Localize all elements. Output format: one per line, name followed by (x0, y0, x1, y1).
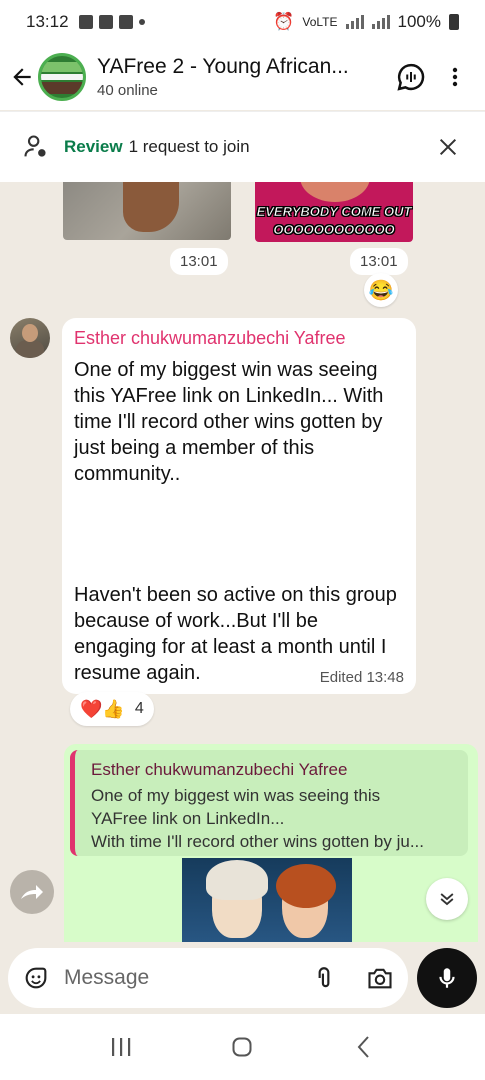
chevron-down-double-icon (440, 893, 454, 906)
chat-area[interactable]: EVERYBODY COME OUT OOOOOOOOOOOO 13:01 13… (0, 182, 485, 942)
media-thumbnail-right[interactable]: EVERYBODY COME OUT OOOOOOOOOOOO (255, 182, 413, 242)
voice-chat-icon (397, 63, 425, 91)
back-nav-button[interactable] (342, 1025, 386, 1069)
wifi-icon: VoLTE (302, 15, 338, 29)
chat-header: YAFree 2 - Young African... 40 online (0, 44, 485, 110)
quoted-line-2: YAFree link on LinkedIn... (91, 809, 285, 828)
arrow-left-icon (13, 68, 31, 86)
message-reactions[interactable]: ❤️👍 4 (70, 692, 154, 726)
outgoing-message[interactable]: Esther chukwumanzubechi Yafree One of my… (64, 744, 478, 942)
calendar-icon (118, 15, 133, 29)
notification-icon (78, 15, 93, 29)
media-caption-line2: OOOOOOOOOOOO (273, 222, 395, 238)
quoted-message[interactable]: Esther chukwumanzubechi Yafree One of my… (70, 750, 468, 856)
close-icon (439, 138, 457, 156)
recent-apps-button[interactable] (99, 1025, 143, 1069)
home-icon (232, 1037, 252, 1057)
scroll-down-button[interactable] (426, 878, 468, 920)
media-time-left: 13:01 (170, 248, 228, 275)
camera-button[interactable] (360, 958, 400, 998)
review-link[interactable]: Review (64, 137, 123, 157)
attach-button[interactable] (304, 958, 344, 998)
composer (0, 942, 485, 1014)
forward-button[interactable] (10, 870, 54, 914)
group-title: YAFree 2 - Young African... (97, 55, 349, 78)
battery-icon (449, 14, 459, 30)
message-meta: Edited 13:48 (319, 669, 404, 686)
more-notifications-icon (138, 19, 145, 25)
more-vertical-icon (452, 67, 458, 87)
home-button[interactable] (220, 1025, 264, 1069)
message-input[interactable] (64, 966, 284, 990)
message-paragraph-1: One of my biggest win was seeing this YA… (74, 359, 384, 485)
voice-chat-button[interactable] (389, 55, 433, 99)
join-request-banner[interactable]: Review 1 request to join (0, 111, 485, 182)
recents-icon (111, 1038, 131, 1056)
quoted-line-3: With time I'll record other wins gotten … (91, 832, 424, 851)
sticker-icon[interactable] (22, 964, 50, 992)
group-avatar[interactable] (38, 53, 86, 101)
media-time-right: 13:01 (350, 248, 408, 275)
status-time: 13:12 (26, 12, 69, 31)
reaction-emojis: ❤️👍 (80, 698, 125, 719)
review-text: 1 request to join (128, 137, 250, 156)
paperclip-icon (318, 967, 330, 988)
gallery-icon (98, 15, 113, 29)
media-thumbnail-left[interactable] (63, 182, 231, 240)
status-bar: 13:12 ⏰ VoLTE 100% (0, 0, 485, 44)
status-right: ⏰ VoLTE 100% (273, 12, 459, 32)
quoted-sender: Esther chukwumanzubechi Yafree (91, 760, 348, 779)
quoted-line-1: One of my biggest win was seeing this (91, 786, 381, 805)
message-input-container[interactable] (8, 948, 408, 1008)
forward-icon (21, 885, 43, 899)
online-count: 40 online (97, 82, 158, 99)
sender-avatar[interactable] (10, 318, 50, 358)
outgoing-image[interactable] (182, 858, 352, 942)
camera-icon (368, 968, 392, 989)
signal-2-icon (371, 15, 390, 29)
notification-icons (78, 15, 145, 29)
reaction-count: 4 (134, 700, 144, 717)
signal-icon (345, 15, 364, 29)
chat-titles[interactable]: YAFree 2 - Young African... 40 online (97, 55, 389, 99)
chevron-left-icon (357, 1036, 369, 1058)
microphone-icon (439, 968, 455, 988)
dismiss-banner-button[interactable] (433, 132, 463, 162)
menu-button[interactable] (433, 55, 477, 99)
alarm-icon: ⏰ (273, 12, 295, 31)
user-settings-icon (24, 135, 46, 157)
message-bubble[interactable]: Esther chukwumanzubechi Yafree One of my… (62, 318, 416, 694)
media-reaction[interactable]: 😂 (364, 273, 398, 307)
system-nav-bar (0, 1014, 485, 1080)
voice-record-button[interactable] (417, 948, 477, 1008)
battery-level: 100% (397, 12, 441, 31)
media-caption-line1: EVERYBODY COME OUT (256, 204, 412, 220)
message-sender[interactable]: Esther chukwumanzubechi Yafree (74, 328, 404, 349)
